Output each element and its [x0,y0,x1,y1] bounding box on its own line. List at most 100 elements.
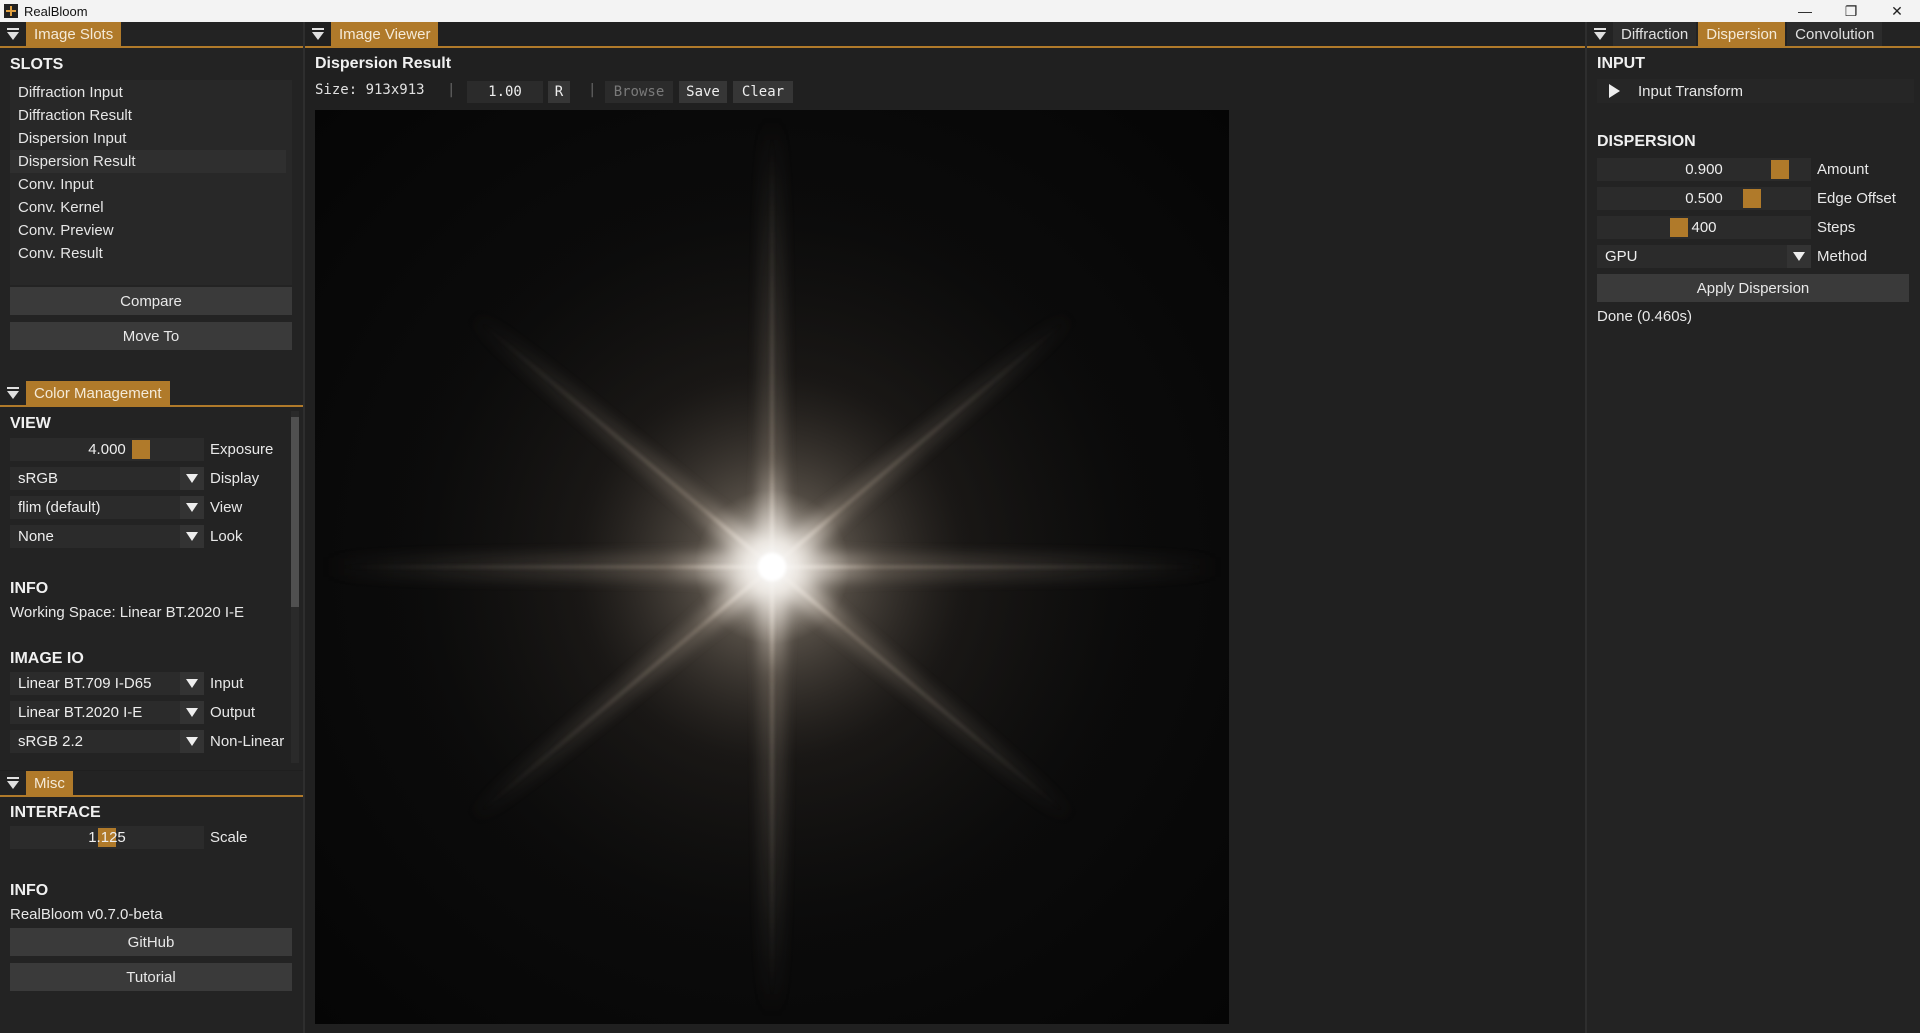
misc-panel: Misc INTERFACE 1.125 Scale INFO RealBloo… [0,771,303,1033]
chevron-down-icon[interactable] [180,672,204,695]
reset-zoom-button[interactable]: R [548,81,570,103]
exposure-slider[interactable]: 4.000 [10,438,204,461]
edge-offset-slider-grab[interactable] [1743,189,1761,208]
collapse-icon[interactable] [1587,22,1613,46]
steps-slider[interactable]: 400 [1597,216,1811,239]
display-value: sRGB [18,470,59,487]
chevron-down-icon[interactable] [1787,245,1811,268]
view-label: View [210,499,243,516]
input-space-select[interactable]: Linear BT.709 I-D65 [10,672,204,695]
dispersion-result-image[interactable] [315,110,1229,1024]
tab-image-viewer[interactable]: Image Viewer [331,22,439,46]
github-button[interactable]: GitHub [10,928,292,956]
collapse-icon[interactable] [0,22,26,46]
version-text: RealBloom v0.7.0-beta [10,906,163,923]
collapse-icon[interactable] [0,381,26,405]
exposure-slider-grab[interactable] [132,440,150,459]
apply-dispersion-button[interactable]: Apply Dispersion [1597,274,1909,302]
tab-image-slots[interactable]: Image Slots [26,22,122,46]
maximize-button[interactable]: ❐ [1828,0,1874,22]
list-item[interactable]: Diffraction Input [10,81,286,104]
scrollbar-thumb[interactable] [291,417,299,607]
chevron-down-icon[interactable] [180,525,204,548]
non-linear-select[interactable]: sRGB 2.2 [10,730,204,753]
zoom-input[interactable]: 1.00 [467,81,543,103]
misc-info-title: INFO [10,882,49,899]
browse-button[interactable]: Browse [605,81,673,103]
tab-diffraction[interactable]: Diffraction [1613,22,1697,46]
steps-value: 400 [1691,219,1717,236]
tab-misc[interactable]: Misc [26,771,73,795]
chevron-down-icon[interactable] [180,730,204,753]
list-item[interactable]: Dispersion Input [10,127,286,150]
scale-value: 1.125 [88,829,126,846]
close-button[interactable]: ✕ [1874,0,1920,22]
collapse-icon[interactable] [305,22,331,46]
scale-slider[interactable]: 1.125 [10,826,204,849]
chevron-down-icon[interactable] [180,701,204,724]
edge-offset-label: Edge Offset [1817,190,1896,207]
non-linear-value: sRGB 2.2 [18,733,84,750]
amount-slider-grab[interactable] [1771,160,1789,179]
tab-convolution[interactable]: Convolution [1787,22,1883,46]
effects-panel: Diffraction Dispersion Convolution INPUT… [1587,22,1920,1033]
steps-label: Steps [1817,219,1856,236]
view-select[interactable]: flim (default) [10,496,204,519]
look-label: Look [210,528,243,545]
input-transform-header[interactable]: Input Transform [1597,79,1914,103]
title-bar: RealBloom — ❐ ✕ [0,0,1920,22]
exposure-value: 4.000 [88,441,126,458]
list-item[interactable]: Conv. Result [10,242,286,265]
glare-core [758,553,786,581]
info-title: INFO [10,580,49,597]
look-select[interactable]: None [10,525,204,548]
amount-label: Amount [1817,161,1869,178]
app-icon [4,4,18,18]
window-title: RealBloom [24,3,88,19]
starburst-glare [315,110,1229,1024]
clear-button[interactable]: Clear [733,81,793,103]
list-item[interactable]: Conv. Input [10,173,286,196]
image-io-title: IMAGE IO [10,650,84,667]
color-management-scrollbar[interactable] [291,411,299,763]
save-button[interactable]: Save [679,81,727,103]
look-value: None [18,528,54,545]
list-item[interactable]: Conv. Kernel [10,196,286,219]
output-space-label: Output [210,704,256,721]
edge-offset-slider[interactable]: 0.500 [1597,187,1811,210]
compare-button[interactable]: Compare [10,287,292,315]
color-management-panel: Color Management VIEW 4.000 Exposure sRG… [0,381,303,770]
tab-dispersion[interactable]: Dispersion [1698,22,1786,46]
method-label: Method [1817,248,1868,265]
status-text: Done (0.460s) [1597,308,1693,325]
list-item[interactable]: Diffraction Result [10,104,286,127]
output-space-value: Linear BT.2020 I-E [18,704,143,721]
tutorial-button[interactable]: Tutorial [10,963,292,991]
move-to-button[interactable]: Move To [10,322,292,350]
image-slots-panel: Image Slots SLOTS Diffraction Input Diff… [0,22,303,382]
exposure-label: Exposure [210,441,274,458]
method-select[interactable]: GPU [1597,245,1811,268]
method-value: GPU [1605,248,1638,265]
list-item[interactable]: Conv. Preview [10,219,286,242]
input-space-value: Linear BT.709 I-D65 [18,675,152,692]
amount-slider[interactable]: 0.900 [1597,158,1811,181]
toolbar-separator: | [447,82,456,98]
collapse-icon[interactable] [0,771,26,795]
view-value: flim (default) [18,499,101,516]
display-label: Display [210,470,260,487]
tab-color-management[interactable]: Color Management [26,381,170,405]
input-transform-label: Input Transform [1638,82,1744,100]
input-title: INPUT [1597,55,1645,72]
non-linear-label: Non-Linear [210,733,285,750]
dispersion-title: DISPERSION [1597,133,1696,150]
display-select[interactable]: sRGB [10,467,204,490]
working-space-text: Working Space: Linear BT.2020 I-E [10,604,245,621]
chevron-down-icon[interactable] [180,467,204,490]
list-item[interactable]: Dispersion Result [10,150,286,173]
toolbar-separator: | [588,82,597,98]
output-space-select[interactable]: Linear BT.2020 I-E [10,701,204,724]
minimize-button[interactable]: — [1782,0,1828,22]
input-space-label: Input [210,675,244,692]
chevron-down-icon[interactable] [180,496,204,519]
